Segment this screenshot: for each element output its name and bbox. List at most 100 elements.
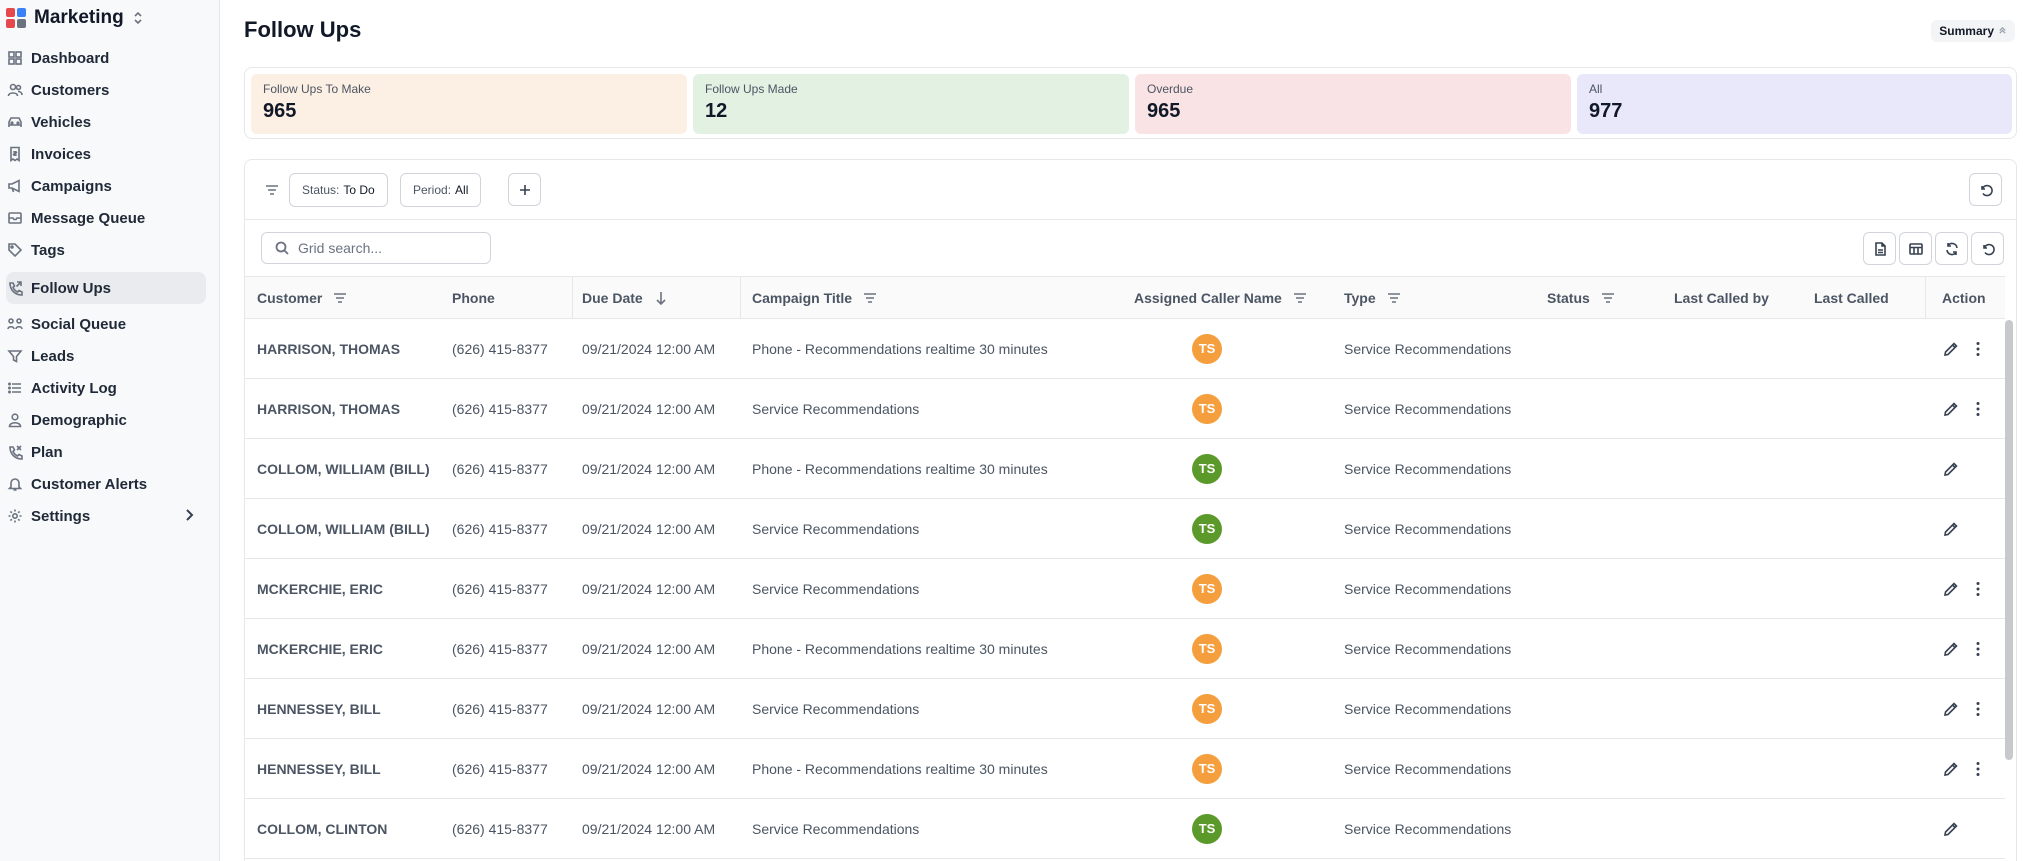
sidebar-item-activity-log[interactable]: Activity Log (6, 372, 206, 404)
app-switcher[interactable]: Marketing (0, 0, 219, 36)
reset-grid-button[interactable] (1971, 232, 2004, 265)
status-filter-value: To Do (343, 183, 375, 197)
sidebar-item-demographic[interactable]: Demographic (6, 404, 206, 436)
more-vertical-icon[interactable] (1969, 379, 1987, 438)
column-filter-icon[interactable] (1292, 290, 1308, 306)
sidebar-item-campaigns[interactable]: Campaigns (6, 170, 206, 202)
stat-card-to-make[interactable]: Follow Ups To Make 965 (251, 74, 687, 134)
table-row[interactable]: MCKERCHIE, ERIC (626) 415-8377 09/21/2024 … (245, 619, 2005, 679)
table-row[interactable]: HENNESSEY, BILL (626) 415-8377 09/21/2024 … (245, 739, 2005, 799)
col-header-last-called[interactable]: Last Called (1814, 277, 1889, 319)
cell-assigned-caller: TS (1192, 679, 1222, 738)
col-header-campaign-title[interactable]: Campaign Title (752, 277, 878, 319)
cell-customer[interactable]: COLLOM, WILLIAM (BILL) (257, 439, 430, 498)
more-vertical-icon[interactable] (1969, 319, 1987, 378)
col-header-customer[interactable]: Customer (257, 277, 348, 319)
data-table: Customer Phone Due Date Campaign Title A… (245, 276, 2005, 859)
sidebar-item-customer-alerts[interactable]: Customer Alerts (6, 468, 206, 500)
col-label: Last Called by (1674, 290, 1769, 306)
column-filter-icon[interactable] (1600, 290, 1616, 306)
sidebar-item-leads[interactable]: Leads (6, 340, 206, 372)
chevron-up-icon (1998, 26, 2007, 37)
more-vertical-icon[interactable] (1969, 619, 1987, 678)
stat-card-all[interactable]: All 977 (1577, 74, 2012, 134)
table-header: Customer Phone Due Date Campaign Title A… (245, 276, 2005, 319)
cell-customer[interactable]: HARRISON, THOMAS (257, 319, 400, 378)
sidebar-item-plan[interactable]: Plan (6, 436, 206, 468)
sidebar-item-tags[interactable]: Tags (6, 234, 206, 266)
sidebar-item-dashboard[interactable]: Dashboard (6, 42, 206, 74)
avatar: TS (1192, 453, 1222, 484)
edit-icon[interactable] (1942, 319, 1960, 378)
cell-due-date: 09/21/2024 12:00 AM (582, 520, 716, 537)
table-row[interactable]: COLLOM, CLINTON (626) 415-8377 09/21/2024 … (245, 799, 2005, 859)
table-row[interactable]: HENNESSEY, BILL (626) 415-8377 09/21/2024 … (245, 679, 2005, 739)
follow-up-icon (6, 280, 23, 297)
more-vertical-icon[interactable] (1969, 739, 1987, 798)
sidebar-item-invoices[interactable]: Invoices (6, 138, 206, 170)
edit-icon[interactable] (1942, 559, 1960, 618)
cell-phone: (626) 415-8377 (452, 760, 548, 777)
col-header-assigned-caller[interactable]: Assigned Caller Name (1134, 277, 1308, 319)
period-filter-chip[interactable]: Period: All (400, 173, 482, 207)
cell-customer[interactable]: HENNESSEY, BILL (257, 739, 381, 798)
column-filter-icon[interactable] (1386, 290, 1402, 306)
col-header-due-date[interactable]: Due Date (582, 277, 669, 319)
edit-icon[interactable] (1942, 739, 1960, 798)
stat-card-overdue[interactable]: Overdue 965 (1135, 74, 1571, 134)
add-filter-button[interactable] (508, 173, 541, 206)
column-filter-icon[interactable] (332, 290, 348, 306)
cell-type: Service Recommendations (1344, 700, 1512, 717)
col-header-type[interactable]: Type (1344, 277, 1402, 319)
table-row[interactable]: HARRISON, THOMAS (626) 415-8377 09/21/2024… (245, 319, 2005, 379)
stat-card-made[interactable]: Follow Ups Made 12 (693, 74, 1129, 134)
column-filter-icon[interactable] (862, 290, 878, 306)
filter-icon[interactable] (263, 181, 281, 199)
edit-icon[interactable] (1942, 499, 1960, 558)
col-header-status[interactable]: Status (1547, 277, 1616, 319)
more-vertical-icon[interactable] (1969, 679, 1987, 738)
grid-search[interactable] (261, 232, 491, 264)
grid-search-input[interactable] (298, 240, 478, 256)
more-vertical-icon[interactable] (1969, 559, 1987, 618)
cell-assigned-caller: TS (1192, 799, 1222, 858)
cell-due-date: 09/21/2024 12:00 AM (582, 400, 716, 417)
col-header-phone[interactable]: Phone (452, 277, 495, 319)
status-filter-chip[interactable]: Status: To Do (289, 173, 388, 207)
cell-customer[interactable]: COLLOM, WILLIAM (BILL) (257, 499, 430, 558)
cell-customer[interactable]: HARRISON, THOMAS (257, 379, 400, 438)
cell-customer[interactable]: MCKERCHIE, ERIC (257, 619, 383, 678)
summary-toggle[interactable]: Summary (1931, 20, 2015, 42)
table-row[interactable]: COLLOM, WILLIAM (BILL) (626) 415-8377 09/2… (245, 499, 2005, 559)
edit-icon[interactable] (1942, 379, 1960, 438)
col-header-last-called-by[interactable]: Last Called by (1674, 277, 1769, 319)
sidebar-item-vehicles[interactable]: Vehicles (6, 106, 206, 138)
cell-customer[interactable]: MCKERCHIE, ERIC (257, 559, 383, 618)
table-row[interactable]: HARRISON, THOMAS (626) 415-8377 09/21/2024… (245, 379, 2005, 439)
reset-filters-button[interactable] (1969, 173, 2002, 206)
chevron-up-down-icon[interactable] (132, 11, 144, 25)
export-pdf-button[interactable] (1863, 232, 1896, 265)
sidebar-item-customers[interactable]: Customers (6, 74, 206, 106)
table-row[interactable]: MCKERCHIE, ERIC (626) 415-8377 09/21/2024 … (245, 559, 2005, 619)
edit-icon[interactable] (1942, 799, 1960, 858)
sidebar-item-social-queue[interactable]: Social Queue (6, 308, 206, 340)
sidebar-item-label: Vehicles (31, 113, 92, 131)
period-filter-value: All (455, 183, 469, 197)
cell-customer[interactable]: HENNESSEY, BILL (257, 679, 381, 738)
column-chooser-button[interactable] (1899, 232, 1932, 265)
cell-customer[interactable]: COLLOM, CLINTON (257, 799, 387, 858)
sort-desc-icon[interactable] (653, 290, 669, 306)
edit-icon[interactable] (1942, 679, 1960, 738)
refresh-button[interactable] (1935, 232, 1968, 265)
cell-phone: (626) 415-8377 (452, 340, 548, 357)
sidebar-item-follow-ups[interactable]: Follow Ups (6, 272, 206, 304)
sidebar-item-settings[interactable]: Settings (6, 500, 206, 532)
edit-icon[interactable] (1942, 619, 1960, 678)
page-title: Follow Ups (244, 17, 362, 42)
edit-icon[interactable] (1942, 439, 1960, 498)
sidebar-item-message-queue[interactable]: Message Queue (6, 202, 206, 234)
vertical-scrollbar[interactable] (2005, 320, 2013, 760)
stat-label: Overdue (1147, 82, 1194, 96)
table-row[interactable]: COLLOM, WILLIAM (BILL) (626) 415-8377 09/2… (245, 439, 2005, 499)
